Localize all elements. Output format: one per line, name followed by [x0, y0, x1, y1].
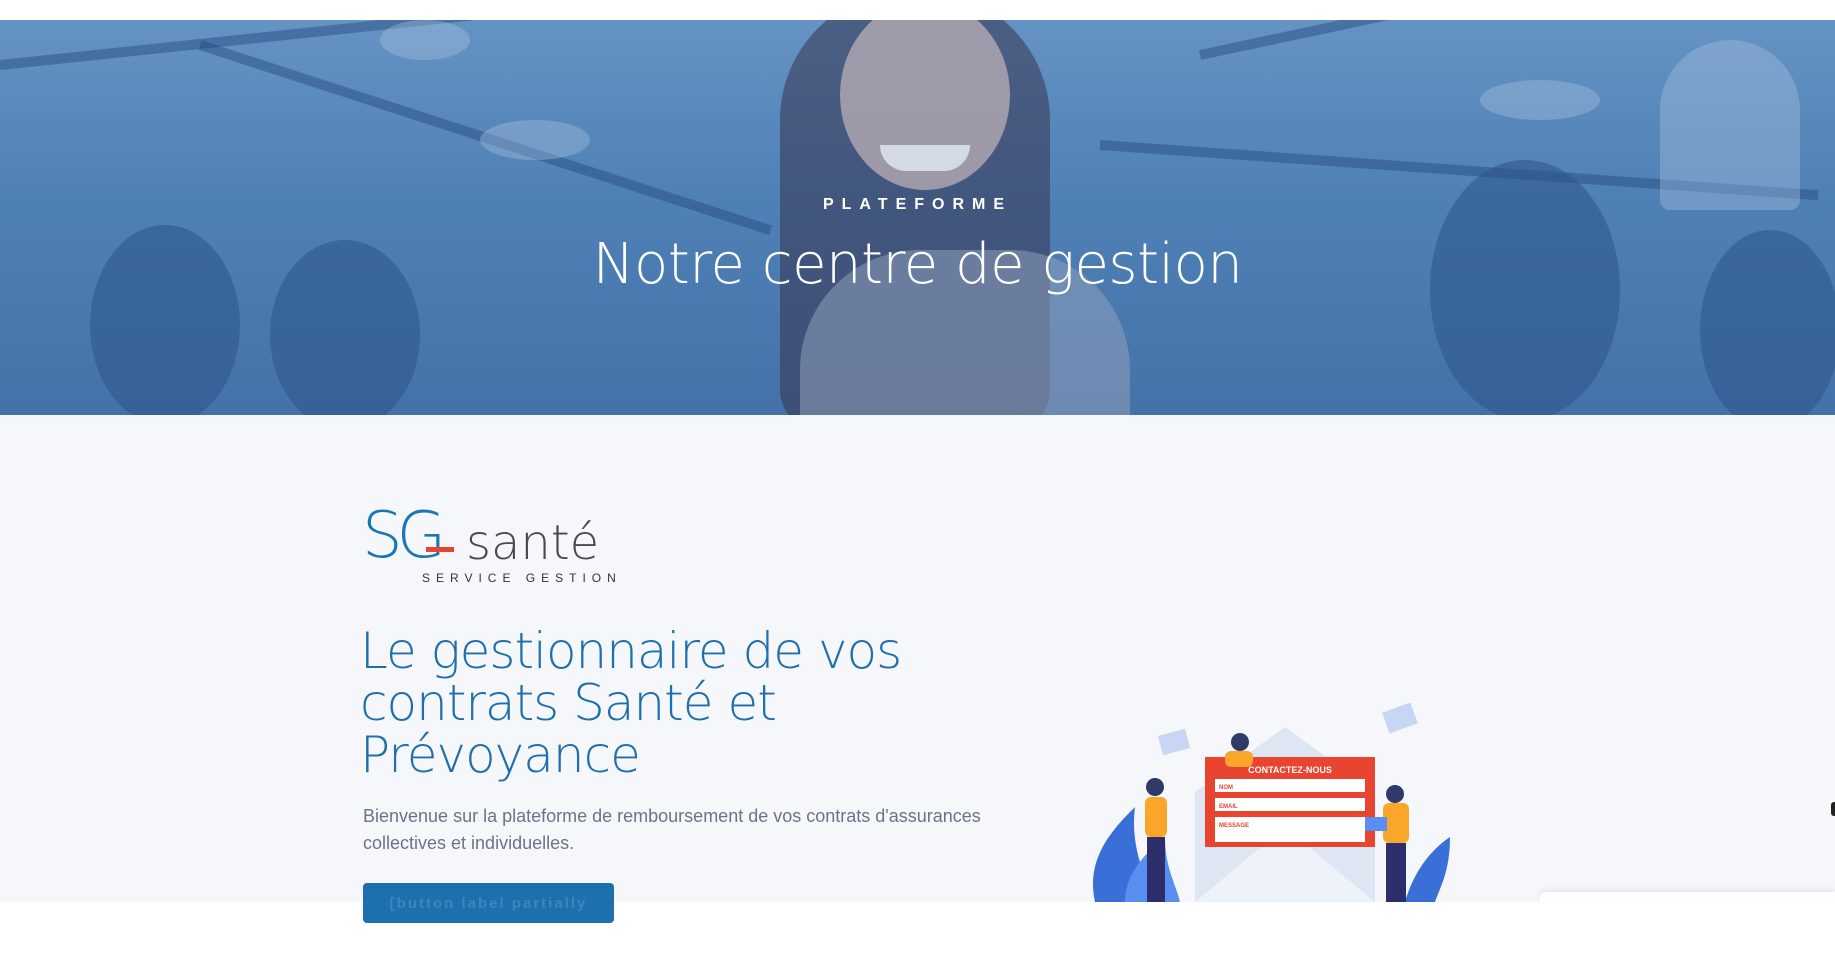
chat-widget-edge[interactable] [1540, 892, 1835, 902]
hero-overlay [0, 20, 1835, 415]
logo-tagline: SERVICE GESTION [422, 571, 622, 585]
hero-eyebrow: PLATEFORME [822, 196, 1013, 213]
form-field-nom-label: NOM [1219, 785, 1233, 791]
laptop-icon [1365, 817, 1387, 831]
form-field-message [1215, 817, 1365, 842]
logo-red-bar [426, 547, 454, 552]
person-right-head [1386, 785, 1404, 803]
sg-sante-logo[interactable]: SG santé SERVICE GESTION [362, 499, 622, 587]
contact-illustration: CONTACTEZ-NOUS NOM EMAIL MESSAGE [1093, 702, 1450, 902]
plant-right [1405, 837, 1450, 902]
person-left-legs [1147, 837, 1165, 902]
main-section: SG santé SERVICE GESTION Le gestionnaire… [0, 415, 1835, 952]
cta-button-label: [button label partially hidden by bottom… [381, 895, 596, 952]
logo-sg: SG [362, 499, 446, 573]
form-field-message-label: MESSAGE [1219, 823, 1249, 829]
logo-sante: santé [466, 515, 600, 571]
mini-envelope [1157, 728, 1191, 756]
top-bar [0, 0, 1835, 20]
form-field-nom [1215, 779, 1365, 792]
form-field-email-label: EMAIL [1219, 804, 1238, 810]
person-right-legs [1386, 843, 1406, 902]
hero-banner: PLATEFORME Notre centre de gestion [0, 20, 1835, 415]
form-title: CONTACTEZ-NOUS [1248, 765, 1332, 775]
cta-button[interactable]: [button label partially hidden by bottom… [363, 883, 614, 952]
person-top-body [1225, 751, 1253, 767]
person-left-head [1146, 778, 1164, 796]
hero-title: Notre centre de gestion [592, 232, 1243, 297]
person-top-head [1231, 733, 1249, 751]
mini-envelope [1382, 702, 1418, 734]
intro-text: Bienvenue sur la plateforme de rembourse… [363, 806, 981, 853]
person-left-body [1145, 797, 1167, 837]
scroll-indicator[interactable] [1831, 802, 1835, 816]
page-headline: Le gestionnaire de vos contrats Santé et… [360, 622, 902, 784]
